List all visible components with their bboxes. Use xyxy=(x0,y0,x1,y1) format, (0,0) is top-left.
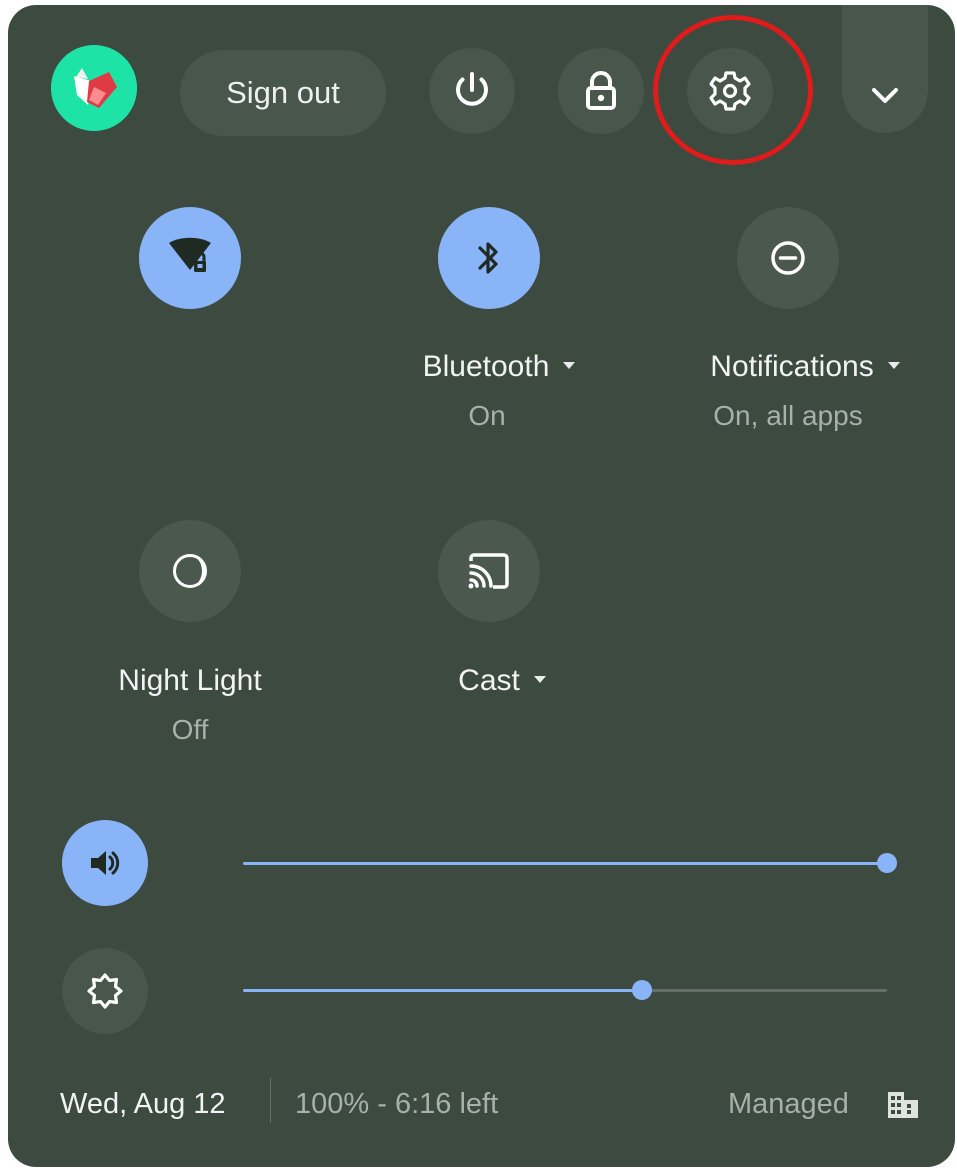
night-light-label[interactable]: Night Light xyxy=(90,663,290,699)
brightness-slider-fill xyxy=(243,989,642,992)
notifications-label[interactable]: Notifications xyxy=(682,349,928,385)
cast-icon xyxy=(468,553,509,589)
brightness-button[interactable] xyxy=(62,948,148,1034)
cast-label-text: Cast xyxy=(458,664,520,697)
footer-divider xyxy=(270,1078,271,1123)
night-light-icon xyxy=(173,554,207,588)
night-light-toggle[interactable] xyxy=(139,520,241,622)
chevron-down-icon xyxy=(887,361,900,369)
notifications-status: On, all apps xyxy=(713,400,863,431)
managed-button[interactable] xyxy=(883,1086,923,1124)
settings-button[interactable] xyxy=(687,48,773,134)
volume-slider[interactable] xyxy=(243,849,897,879)
cast-toggle[interactable] xyxy=(438,520,540,622)
power-button[interactable] xyxy=(429,48,515,134)
collapse-button[interactable] xyxy=(842,5,928,133)
managed-label[interactable]: Managed xyxy=(728,1087,849,1121)
battery-status[interactable]: 100% - 6:16 left xyxy=(295,1087,498,1121)
chevron-down-icon xyxy=(563,361,576,369)
building-icon xyxy=(888,1092,918,1118)
bluetooth-icon xyxy=(478,242,498,274)
lock-icon xyxy=(586,71,616,110)
notifications-toggle[interactable] xyxy=(737,207,839,309)
date-label[interactable]: Wed, Aug 12 xyxy=(60,1087,226,1121)
volume-button[interactable] xyxy=(62,820,148,906)
bluetooth-label-text: Bluetooth xyxy=(422,350,550,383)
sign-out-label: Sign out xyxy=(226,75,340,110)
night-light-status: Off xyxy=(171,714,209,745)
power-icon xyxy=(456,72,488,106)
do-not-disturb-icon xyxy=(771,241,805,275)
gear-icon xyxy=(709,71,751,111)
bluetooth-label[interactable]: Bluetooth xyxy=(399,349,599,385)
chevron-down-icon xyxy=(533,675,546,683)
brightness-slider-track xyxy=(642,989,887,992)
notifications-label-text: Notifications xyxy=(710,350,874,383)
wifi-icon xyxy=(169,237,211,272)
cast-label[interactable]: Cast xyxy=(402,663,602,699)
brightness-slider-thumb[interactable] xyxy=(632,980,652,1000)
brightness-icon xyxy=(87,973,123,1009)
bluetooth-status: On xyxy=(468,400,506,431)
quick-settings-panel: Sign out Bluetooth On Notifications On, … xyxy=(8,5,955,1167)
lock-button[interactable] xyxy=(558,48,644,134)
sign-out-button[interactable]: Sign out xyxy=(180,50,386,136)
wifi-toggle[interactable] xyxy=(139,207,241,309)
chevron-down-icon xyxy=(872,88,898,103)
bluetooth-toggle[interactable] xyxy=(438,207,540,309)
avatar[interactable] xyxy=(51,45,137,131)
volume-icon xyxy=(91,851,120,875)
brightness-slider[interactable] xyxy=(243,976,887,1006)
volume-slider-fill xyxy=(243,862,887,865)
volume-slider-thumb[interactable] xyxy=(877,853,897,873)
avatar-image xyxy=(51,45,137,131)
